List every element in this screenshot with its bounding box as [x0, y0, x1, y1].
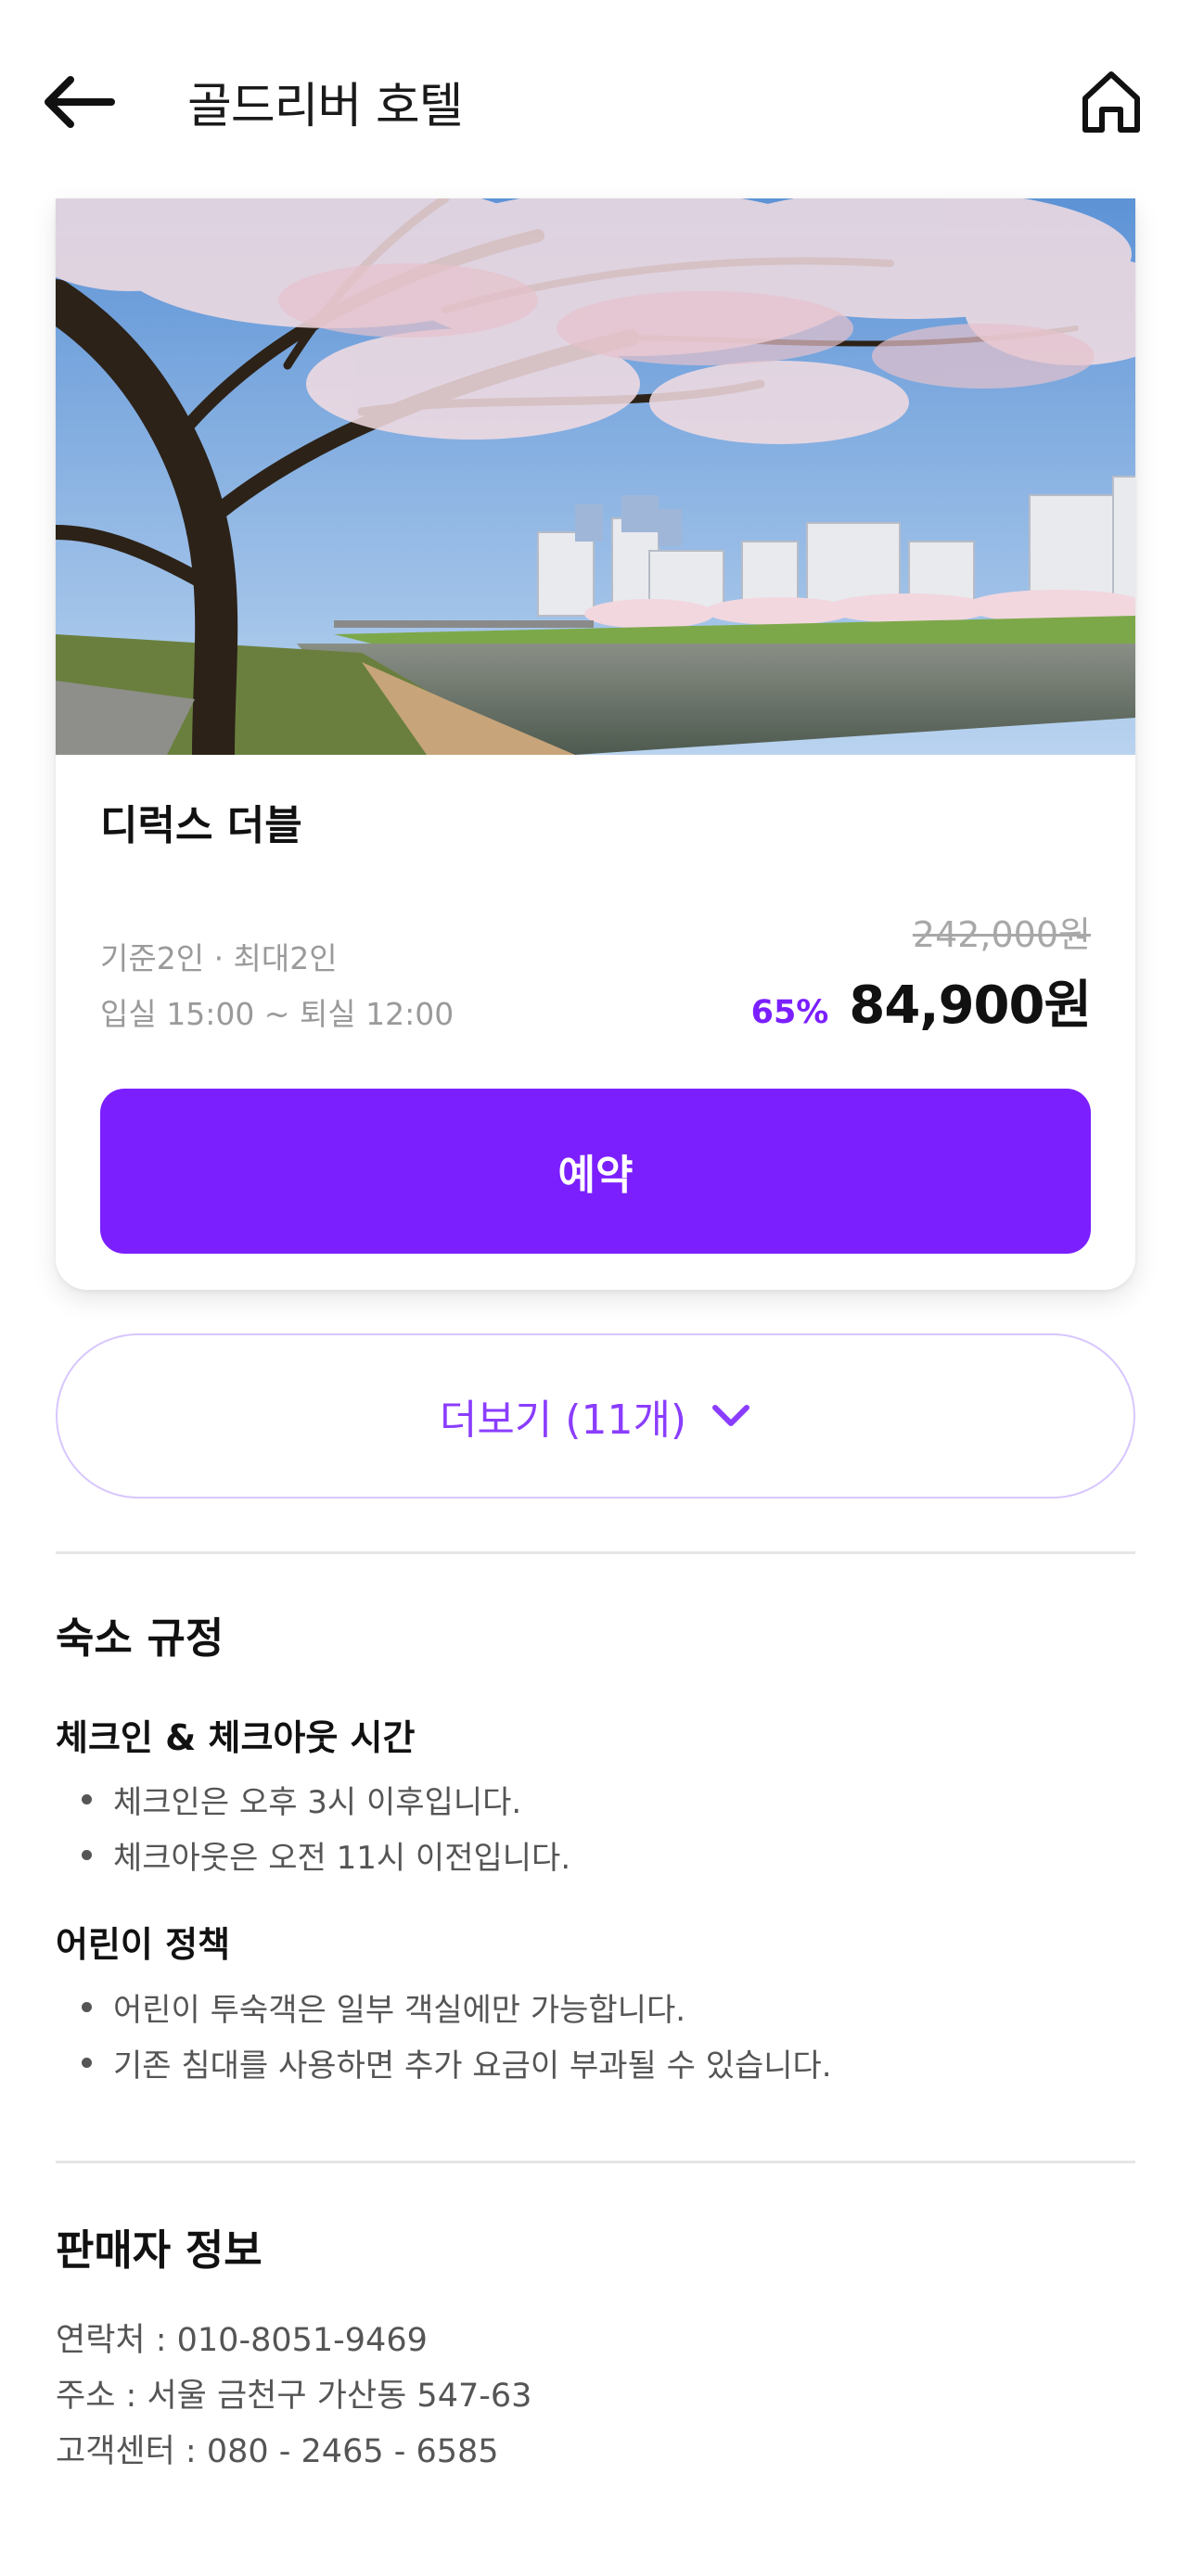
list-item: 기존 침대를 사용하면 추가 요금이 부과될 수 있습니다.	[82, 2040, 832, 2085]
seller-section-title: 판매자 정보	[56, 2225, 263, 2275]
list-item-text: 어린이 투숙객은 일부 객실에만 가능합니다.	[113, 1992, 686, 2029]
show-more-label: 더보기 (11개)	[439, 1396, 687, 1444]
reserve-button[interactable]: 예약	[100, 1089, 1091, 1254]
home-button[interactable]	[1074, 65, 1148, 139]
list-item-text: 체크인은 오후 3시 이후입니다.	[113, 1784, 522, 1821]
bullet-dot	[82, 2002, 92, 2012]
child-policy-title: 어린이 정책	[56, 1924, 231, 1965]
section-divider	[56, 1551, 1135, 1554]
discount-rate: 65%	[750, 994, 829, 1031]
app-header: 골드리버 호텔	[0, 0, 1191, 198]
checkin-checkout-time: 입실 15:00 ~ 퇴실 12:00	[100, 996, 455, 1032]
bullet-dot	[82, 1794, 92, 1804]
sale-price: 84,900원	[849, 976, 1092, 1036]
section-divider	[56, 2161, 1135, 2163]
back-button[interactable]	[37, 65, 121, 139]
room-capacity: 기준2인 · 최대2인	[100, 940, 338, 976]
list-item-text: 기존 침대를 사용하면 추가 요금이 부과될 수 있습니다.	[113, 2047, 832, 2085]
room-photo	[56, 198, 1135, 755]
room-card: 디럭스 더블 기준2인 · 최대2인 입실 15:00 ~ 퇴실 12:00 2…	[56, 198, 1135, 1290]
show-more-button[interactable]: 더보기 (11개)	[56, 1333, 1135, 1498]
list-item: 체크인은 오후 3시 이후입니다.	[82, 1777, 521, 1822]
list-item: 체크아웃은 오전 11시 이전입니다.	[82, 1832, 570, 1878]
page-title: 골드리버 호텔	[187, 79, 464, 134]
seller-address: 주소 : 서울 금천구 가산동 547-63	[56, 2378, 532, 2415]
seller-contact: 연락처 : 010-8051-9469	[56, 2322, 428, 2359]
bullet-dot	[82, 1850, 92, 1860]
room-name: 디럭스 더블	[100, 802, 302, 849]
original-price: 242,000원	[912, 914, 1091, 955]
checkin-policy-title: 체크인 & 체크아웃 시간	[56, 1717, 416, 1758]
seller-service-center: 고객센터 : 080 - 2465 - 6585	[56, 2433, 499, 2470]
home-icon	[1082, 71, 1140, 133]
bullet-dot	[82, 2058, 92, 2068]
chevron-down-icon	[712, 1405, 750, 1426]
policy-section-title: 숙소 규정	[56, 1613, 224, 1663]
list-item: 어린이 투숙객은 일부 객실에만 가능합니다.	[82, 1984, 685, 2030]
price-row: 65% 84,900원	[750, 963, 1092, 1039]
arrow-left-icon	[45, 76, 115, 128]
list-item-text: 체크아웃은 오전 11시 이전입니다.	[113, 1840, 571, 1877]
